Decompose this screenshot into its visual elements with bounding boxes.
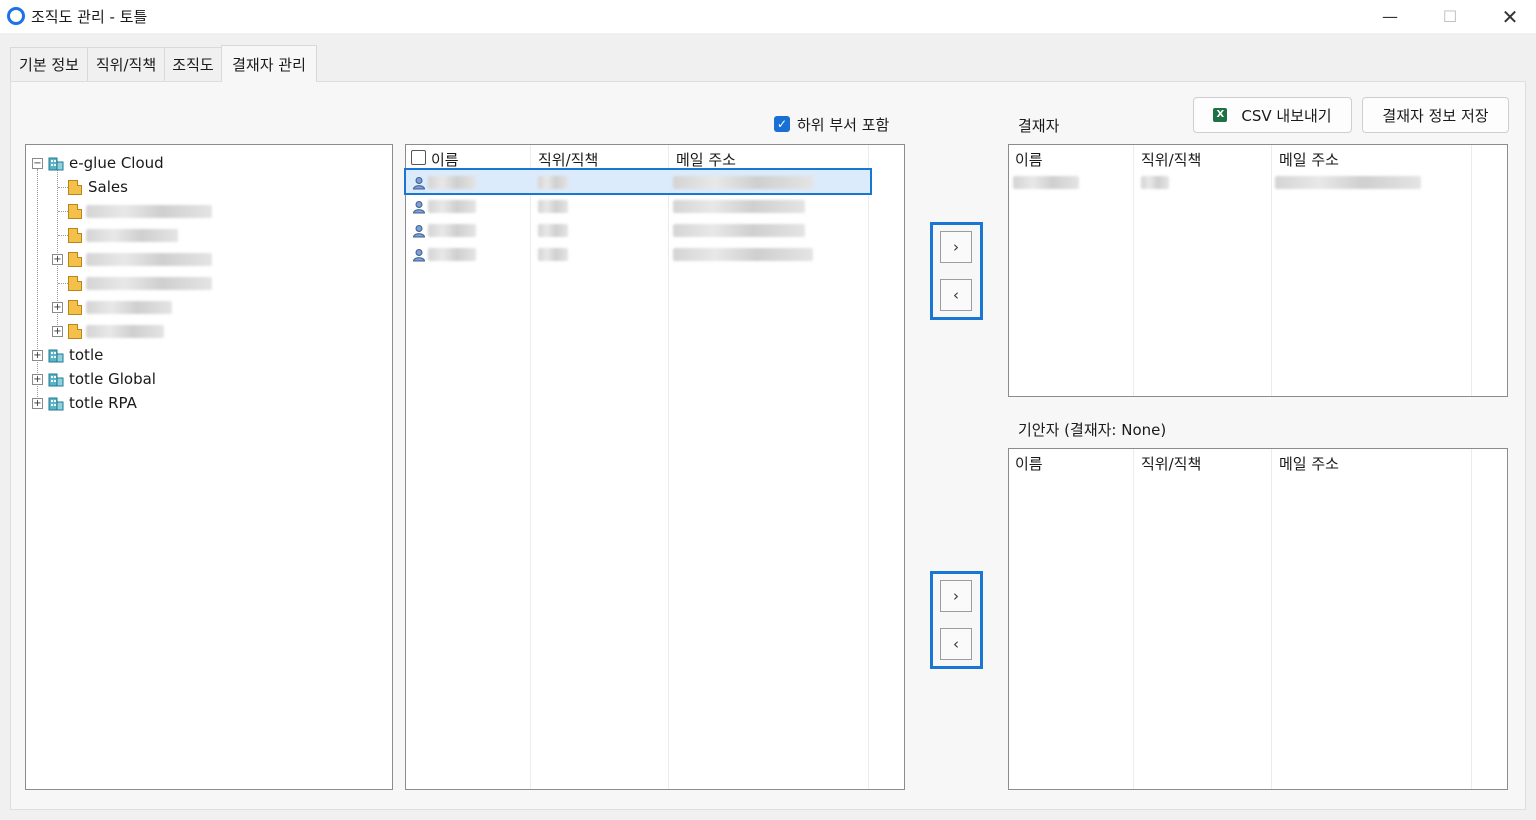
redacted-name	[1013, 176, 1079, 189]
include-sub-label: 하위 부서 포함	[797, 116, 890, 134]
csv-export-button[interactable]: X CSV 내보내기	[1193, 97, 1352, 133]
folder-icon	[68, 252, 82, 267]
expand-toggle[interactable]: +	[32, 398, 43, 409]
redacted-position	[538, 176, 568, 189]
building-icon	[48, 373, 64, 387]
select-all-checkbox[interactable]	[411, 150, 426, 165]
redacted-name	[428, 224, 476, 237]
column-header-name[interactable]: 이름	[1015, 149, 1043, 170]
redacted-dept[interactable]	[86, 229, 178, 242]
tree-node-totle-global[interactable]: totle Global	[69, 370, 156, 388]
column-header-position[interactable]: 직위/직책	[1141, 453, 1201, 474]
folder-icon	[68, 276, 82, 291]
tab-position[interactable]: 직위/직책	[87, 47, 165, 81]
building-icon	[48, 349, 64, 363]
drafter-section-label: 기안자 (결재자: None)	[1018, 421, 1167, 439]
org-tree[interactable]: − e-glue Cloud Sales + + + + totle + tot…	[25, 144, 393, 790]
redacted-position	[538, 248, 568, 261]
folder-icon	[68, 300, 82, 315]
expand-toggle[interactable]: +	[52, 302, 63, 313]
approver-section-label: 결재자	[1018, 117, 1060, 135]
redacted-position	[538, 200, 568, 213]
building-icon	[48, 397, 64, 411]
redacted-name	[428, 248, 476, 261]
user-icon	[412, 249, 426, 262]
approver-move-controls: › ‹	[930, 222, 983, 320]
redacted-email	[673, 224, 805, 237]
redacted-position	[538, 224, 568, 237]
maximize-button[interactable]: ☐	[1427, 0, 1473, 33]
redacted-name	[428, 176, 476, 189]
column-header-position[interactable]: 직위/직책	[1141, 149, 1201, 170]
redacted-dept[interactable]	[86, 253, 212, 266]
folder-icon	[68, 228, 82, 243]
approver-list[interactable]: 이름 직위/직책 메일 주소	[1008, 144, 1508, 397]
building-icon	[48, 157, 64, 171]
redacted-dept[interactable]	[86, 325, 164, 338]
column-header-name[interactable]: 이름	[1015, 453, 1043, 474]
tree-node-totle-rpa[interactable]: totle RPA	[69, 394, 137, 412]
user-icon	[412, 201, 426, 214]
app-logo-icon	[7, 7, 25, 25]
user-icon	[412, 225, 426, 238]
redacted-dept[interactable]	[86, 301, 172, 314]
remove-approver-button[interactable]: ‹	[940, 279, 972, 311]
collapse-toggle[interactable]: −	[32, 158, 43, 169]
include-sub-checkbox[interactable]: ✓	[774, 116, 790, 132]
excel-icon: X	[1213, 108, 1228, 122]
add-drafter-button[interactable]: ›	[940, 580, 972, 612]
tab-org-chart[interactable]: 조직도	[164, 47, 222, 81]
minimize-button[interactable]: —	[1367, 0, 1413, 33]
expand-toggle[interactable]: +	[32, 374, 43, 385]
save-approver-button[interactable]: 결재자 정보 저장	[1362, 97, 1509, 133]
tree-node-sales[interactable]: Sales	[88, 178, 128, 196]
folder-icon	[68, 324, 82, 339]
close-button[interactable]: ✕	[1487, 0, 1533, 33]
folder-icon	[68, 204, 82, 219]
redacted-name	[428, 200, 476, 213]
tree-node-totle[interactable]: totle	[69, 346, 103, 364]
redacted-dept[interactable]	[86, 277, 212, 290]
drafter-move-controls: › ‹	[930, 571, 983, 669]
redacted-email	[673, 200, 805, 213]
redacted-email	[1275, 176, 1421, 189]
folder-icon	[68, 180, 82, 195]
column-header-email[interactable]: 메일 주소	[1279, 453, 1339, 474]
user-icon	[412, 177, 426, 190]
csv-export-label: CSV 내보내기	[1241, 106, 1332, 125]
tree-node-root[interactable]: e-glue Cloud	[69, 154, 164, 172]
title-bar	[0, 0, 1536, 33]
expand-toggle[interactable]: +	[52, 326, 63, 337]
expand-toggle[interactable]: +	[32, 350, 43, 361]
tab-approver-management[interactable]: 결재자 관리	[221, 45, 317, 82]
user-list[interactable]: 이름 직위/직책 메일 주소	[404, 144, 905, 790]
column-header-position[interactable]: 직위/직책	[538, 149, 598, 170]
redacted-position	[1141, 176, 1169, 189]
tab-basic-info[interactable]: 기본 정보	[10, 47, 88, 81]
redacted-dept[interactable]	[86, 205, 212, 218]
redacted-email	[673, 248, 813, 261]
add-approver-button[interactable]: ›	[940, 231, 972, 263]
drafter-list[interactable]: 이름 직위/직책 메일 주소	[1008, 448, 1508, 790]
redacted-email	[673, 176, 813, 189]
column-header-email[interactable]: 메일 주소	[1279, 149, 1339, 170]
window-title: 조직도 관리 - 토틀	[31, 8, 148, 26]
remove-drafter-button[interactable]: ‹	[940, 628, 972, 660]
column-header-name[interactable]: 이름	[431, 149, 459, 170]
column-header-email[interactable]: 메일 주소	[676, 149, 736, 170]
expand-toggle[interactable]: +	[52, 254, 63, 265]
